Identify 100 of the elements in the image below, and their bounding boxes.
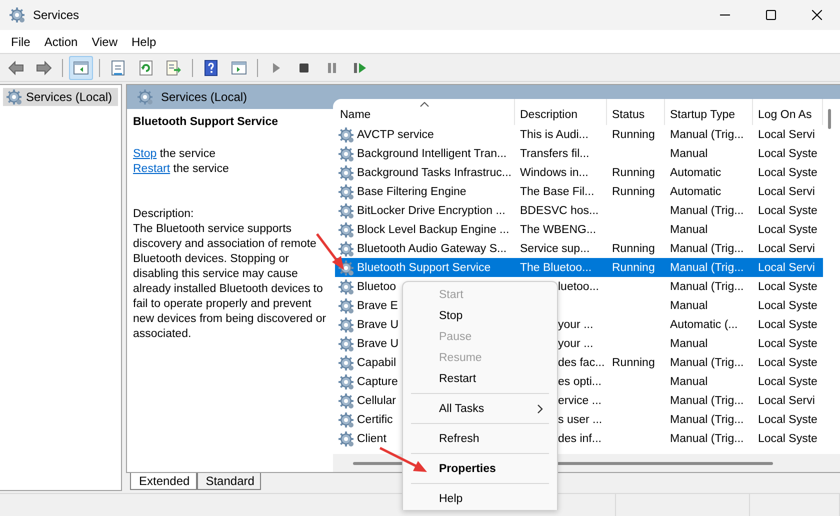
close-icon bbox=[812, 10, 822, 20]
panel-title: Services (Local) bbox=[161, 90, 248, 104]
table-cell: Block Level Backup Engine ... bbox=[357, 224, 510, 236]
table-cell: Local Syste bbox=[758, 280, 818, 292]
table-cell: Cellular bbox=[357, 394, 396, 406]
table-cell: luetoo... bbox=[558, 280, 599, 292]
menu-item[interactable]: File bbox=[4, 34, 38, 48]
menu-item[interactable]: Stop bbox=[403, 305, 557, 326]
column-header[interactable]: Name bbox=[335, 99, 515, 125]
table-cell: Brave E bbox=[357, 300, 398, 312]
table-cell: BDESVC hos... bbox=[520, 204, 599, 216]
gear-icon bbox=[338, 126, 354, 142]
gear-icon bbox=[338, 336, 354, 352]
column-header[interactable]: Status bbox=[607, 99, 665, 125]
table-cell: Manual bbox=[670, 376, 708, 388]
table-cell: Manual (Trig... bbox=[670, 128, 744, 140]
menu-item[interactable]: Refresh bbox=[403, 428, 557, 449]
tree-item[interactable]: Services (Local) bbox=[3, 88, 118, 106]
gear-icon bbox=[338, 298, 354, 314]
action-link[interactable]: Restart bbox=[133, 163, 170, 175]
table-cell: Bluetoo bbox=[357, 280, 396, 292]
view-tab[interactable]: Extended bbox=[130, 473, 197, 490]
gear-icon bbox=[338, 374, 354, 390]
table-cell: Brave U bbox=[357, 318, 399, 330]
forward-arrow-icon bbox=[36, 60, 52, 76]
table-cell: The Base Fil... bbox=[520, 186, 594, 198]
export-list-icon bbox=[166, 60, 182, 76]
scrollbar-thumb[interactable] bbox=[828, 109, 831, 129]
table-cell: Manual (Trig... bbox=[670, 432, 744, 444]
table-cell: This is Audi... bbox=[520, 128, 588, 140]
action-link[interactable]: Stop bbox=[133, 148, 157, 160]
table-cell: Automatic (... bbox=[670, 318, 738, 330]
table-cell: Local Syste bbox=[758, 224, 818, 236]
table-cell: Local Servi bbox=[758, 394, 815, 406]
table-cell: Service sup... bbox=[520, 242, 590, 254]
back-arrow-icon bbox=[8, 60, 24, 76]
table-cell: Local Servi bbox=[758, 186, 815, 198]
panel-icon bbox=[73, 60, 89, 76]
table-cell: Automatic bbox=[670, 166, 722, 178]
sort-caret-icon bbox=[420, 102, 428, 107]
menu-item[interactable]: All Tasks bbox=[403, 398, 557, 419]
table-cell: BitLocker Drive Encryption ... bbox=[357, 204, 506, 216]
table-cell: ervice ... bbox=[558, 394, 602, 406]
selected-row[interactable]: Bluetooth Support Service The Bluetoo... Running Manual (Trig... Local Servi bbox=[335, 258, 823, 277]
table-cell: The WBENG... bbox=[520, 224, 596, 236]
table-cell: Running bbox=[612, 356, 655, 368]
column-header[interactable]: Startup Type bbox=[665, 99, 753, 125]
table-cell: s user ... bbox=[558, 414, 602, 426]
panel-button[interactable] bbox=[69, 56, 93, 80]
menu-item[interactable]: Help bbox=[124, 34, 164, 48]
gear-icon bbox=[338, 146, 354, 162]
table-cell: Background Intelligent Tran... bbox=[357, 148, 507, 160]
service-title: Bluetooth Support Service bbox=[133, 115, 280, 130]
table-cell: Client bbox=[357, 432, 386, 444]
column-header[interactable]: Description bbox=[515, 99, 607, 125]
table-cell: Local Servi bbox=[758, 262, 815, 274]
table-cell: Running bbox=[612, 262, 655, 274]
menu-item[interactable]: Action bbox=[37, 34, 85, 48]
gear-icon bbox=[338, 222, 354, 238]
gear-icon bbox=[338, 240, 354, 256]
table-cell: Manual bbox=[670, 224, 708, 236]
table-cell: Background Tasks Infrastruc... bbox=[357, 166, 512, 178]
table-cell: Bluetooth Support Service bbox=[357, 262, 491, 274]
table-cell: Certific bbox=[357, 414, 393, 426]
gear-icon bbox=[338, 412, 354, 428]
gear-icon bbox=[338, 354, 354, 370]
menu-item[interactable]: Restart bbox=[403, 368, 557, 389]
menu-item[interactable]: View bbox=[84, 34, 124, 48]
table-cell: Local Syste bbox=[758, 356, 818, 368]
gear-icon bbox=[338, 278, 354, 294]
table-cell: Local Syste bbox=[758, 376, 818, 388]
table-cell: Local Syste bbox=[758, 300, 818, 312]
table-cell: Capture bbox=[357, 376, 398, 388]
table-cell: Local Syste bbox=[758, 318, 818, 330]
menu-item[interactable]: Help bbox=[403, 488, 557, 509]
maximize-icon bbox=[766, 10, 776, 20]
table-cell: Automatic bbox=[670, 186, 722, 198]
annotation-arrow bbox=[379, 446, 427, 472]
table-cell: Base Filtering Engine bbox=[357, 186, 466, 198]
table-cell: Local Syste bbox=[758, 338, 818, 350]
table-cell: AVCTP service bbox=[357, 128, 434, 140]
table-cell: Local Servi bbox=[758, 242, 815, 254]
table-cell: Running bbox=[612, 128, 655, 140]
gear-icon bbox=[6, 89, 22, 105]
table-cell: Transfers fil... bbox=[520, 148, 590, 160]
table-cell: Capabil bbox=[357, 356, 396, 368]
table-cell: Running bbox=[612, 242, 655, 254]
view-tab[interactable]: Standard bbox=[196, 473, 262, 490]
action-text: Restart the service bbox=[133, 162, 230, 177]
table-cell: Local Servi bbox=[758, 128, 815, 140]
annotation-arrow bbox=[316, 233, 344, 270]
table-cell: Manual bbox=[670, 300, 708, 312]
table-cell: Local Syste bbox=[758, 166, 818, 178]
table-cell: des fac... bbox=[558, 356, 605, 368]
menu-item[interactable]: Properties bbox=[403, 458, 557, 479]
help-icon bbox=[203, 60, 219, 76]
table-cell: Manual (Trig... bbox=[670, 204, 744, 216]
gear-icon bbox=[9, 7, 25, 23]
table-cell: des inf... bbox=[558, 432, 602, 444]
table-cell: Windows in... bbox=[520, 166, 588, 178]
